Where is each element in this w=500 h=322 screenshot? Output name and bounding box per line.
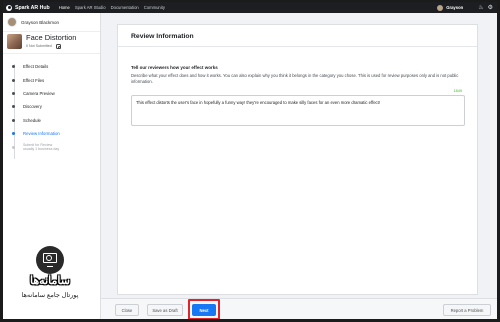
step-label: Effect Details [23,64,49,70]
effect-summary: Face Distortion 0 Not Submitted [3,31,100,54]
avatar[interactable] [437,4,444,11]
brand-logo[interactable]: Spark AR Hub [6,4,50,11]
step-title: Submit for Review [23,142,53,147]
footer-bar: Close Save as Draft Next Report a Proble… [101,298,497,319]
step-camera-preview[interactable]: Camera Preview [12,87,98,100]
step-dot-icon [12,105,15,109]
watermark-title: سامانه‌ها [30,275,70,287]
top-bar: Spark AR Hub Home Spark AR Studio Docume… [3,2,497,13]
step-label: Schedule [23,117,41,123]
gear-icon[interactable]: ⚙ [488,5,493,11]
top-nav: Home Spark AR Studio Documentation Commu… [59,5,170,10]
nav-home[interactable]: Home [59,5,70,10]
step-label: Discovery [23,104,42,110]
nav-documentation[interactable]: Documentation [111,5,139,10]
avatar [7,17,17,27]
step-dot-icon [12,145,15,149]
effect-description-field[interactable]: This effect distorts the user's face in … [131,95,465,126]
character-count: 1849 [453,89,462,93]
effect-status: 0 Not Submitted [26,44,52,49]
nav-community[interactable]: Community [144,5,165,10]
monitor-search-icon [36,246,64,274]
step-dot-icon [12,118,15,122]
top-user-name[interactable]: Grayson [446,5,463,10]
nav-spark-ar-studio[interactable]: Spark AR Studio [75,5,106,10]
watermark-subtitle: پورتال جامع سامانه‌ها [21,292,79,299]
step-schedule[interactable]: Schedule [12,114,98,127]
sidebar-user-name: Grayson Blackmon [21,19,60,25]
step-effect-files[interactable]: Effect Files [12,73,98,86]
section-heading: Tell our reviewers how your effect works [131,65,218,70]
step-effect-details[interactable]: Effect Details [12,60,98,73]
instagram-icon [55,43,62,50]
step-subtitle: usually 1 business day [23,147,60,152]
step-dot-icon [12,78,15,82]
page-title: Review Information [118,25,477,47]
step-discovery[interactable]: Discovery [12,100,98,113]
step-label: Submit for Review usually 1 business day [23,143,59,152]
report-problem-button[interactable]: Report a Problem [443,304,491,316]
sidebar-user[interactable]: Grayson Blackmon [3,13,100,31]
section-description: Describe what your effect does and how i… [131,73,459,85]
next-highlight-box [188,299,220,319]
step-label: Effect Files [23,77,45,83]
step-review-information[interactable]: Review Information [12,127,98,140]
watermark-logo: سامانه‌ها پورتال جامع سامانه‌ها [17,246,83,304]
spark-ar-logo-icon [6,4,12,11]
step-dot-icon [12,91,15,95]
save-as-draft-button[interactable]: Save as Draft [147,304,183,316]
step-dot-icon [12,132,15,136]
effect-thumbnail [7,34,22,49]
step-label: Review Information [23,131,60,137]
progress-steps: Effect Details Effect Files Camera Previ… [12,60,98,154]
brand-name: Spark AR Hub [15,4,50,11]
review-information-panel: Review Information Tell our reviewers ho… [117,24,478,295]
close-button[interactable]: Close [115,304,139,316]
step-label: Camera Preview [23,90,55,96]
step-submit-for-review: Submit for Review usually 1 business day [12,140,98,153]
top-right-controls: Grayson ♨ ⚙ [437,2,493,13]
effect-title: Face Distortion [26,33,77,43]
step-dot-icon [12,65,15,69]
screenshot-frame: Spark AR Hub Home Spark AR Studio Docume… [0,0,500,322]
bell-icon[interactable]: ♨ [478,5,483,11]
